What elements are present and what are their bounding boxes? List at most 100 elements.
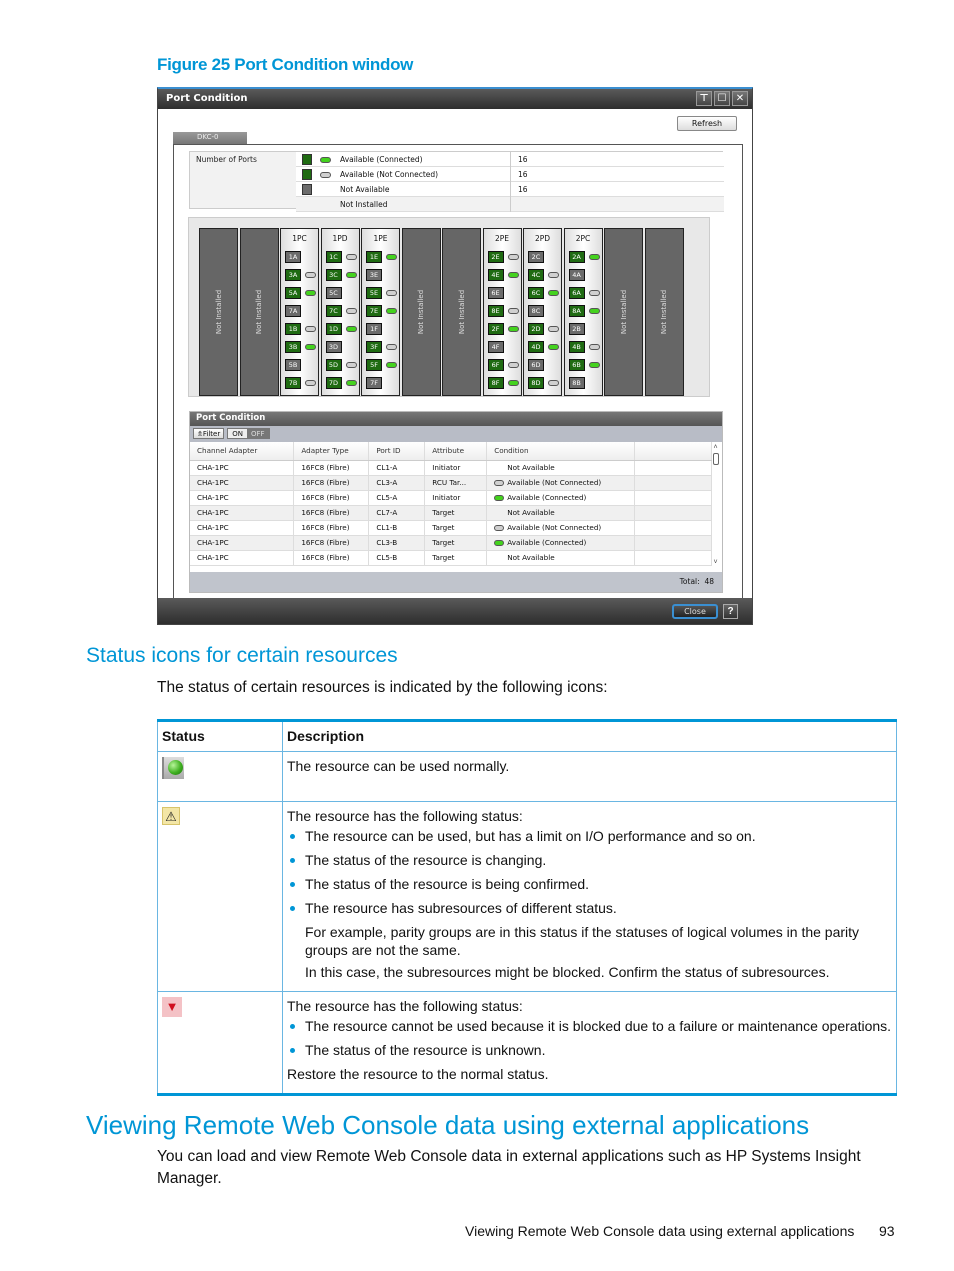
table-row[interactable]: CHA-1PC 16FC8 (Fibre) CL3-A RCU Tar... A… [190,475,712,491]
status-led-icon [386,362,397,368]
port-2b[interactable]: 2B [568,323,585,335]
table-row[interactable]: CHA-1PC 16FC8 (Fibre) CL1-B Target Avail… [190,520,712,536]
port-7a[interactable]: 7A [285,305,301,317]
port-4b[interactable]: 4B [568,341,585,353]
scroll-thumb[interactable] [712,453,719,465]
status-note: For example, parity groups are in this s… [305,924,860,958]
close-button[interactable]: Close [672,604,718,619]
port-4c[interactable]: 4C [528,269,544,281]
column-header[interactable]: Channel Adapter [190,442,295,461]
filter-on[interactable]: ON [228,429,247,438]
filter-off[interactable]: OFF [246,429,269,438]
port-4f[interactable]: 4F [487,341,504,353]
table-row[interactable]: CHA-1PC 16FC8 (Fibre) CL3-B Target Avail… [190,535,712,551]
port-4e[interactable]: 4E [487,269,504,281]
port-5e[interactable]: 5E [366,287,382,299]
status-bullet: The resource cannot be used because it i… [290,1018,892,1034]
port-3d[interactable]: 3D [325,341,342,353]
close-icon[interactable]: ✕ [732,91,748,106]
scroll-up-icon[interactable]: ˄ [711,444,720,451]
table-row[interactable]: CHA-1PC 16FC8 (Fibre) CL5-A Initiator Av… [190,490,712,506]
warning-icon: ⚠ [162,807,180,825]
port-3a[interactable]: 3A [285,269,301,281]
port-7d[interactable]: 7D [325,377,342,389]
table-row[interactable]: CHA-1PC 16FC8 (Fibre) CL1-A Initiator No… [190,460,712,476]
status-led-icon [548,380,559,386]
table-row[interactable]: CHA-1PC 16FC8 (Fibre) CL7-A Target Not A… [190,505,712,521]
tab-dkc-0[interactable]: DKC-0 [173,132,247,144]
port-count-label: Available (Connected) [340,155,423,164]
port-2c[interactable]: 2C [528,251,544,263]
port-4d[interactable]: 4D [528,341,544,353]
port-7f[interactable]: 7F [366,377,382,389]
port-1a[interactable]: 1A [285,251,301,263]
cell-port-id: CL3-B [368,535,426,551]
filter-toggle[interactable]: ON OFF [227,428,270,439]
filter-button[interactable]: ⇯Filter [193,428,225,439]
maximize-icon[interactable]: ☐ [714,91,730,106]
port-8a[interactable]: 8A [568,305,585,317]
scroll-down-icon[interactable]: ˅ [711,559,720,566]
divider [510,197,511,212]
status-led-icon [386,254,397,260]
status-led-icon [507,272,519,278]
port-1f[interactable]: 1F [366,323,382,335]
port-8b[interactable]: 8B [568,377,585,389]
status-led-icon [494,480,505,486]
port-6b[interactable]: 6B [568,359,585,371]
cell-condition: Not Available [486,550,636,566]
status-led-icon [548,326,559,332]
not-installed-label: Not Installed [619,289,628,335]
column-header[interactable]: Port ID [368,442,426,461]
port-2f[interactable]: 2F [487,323,504,335]
cell-empty [634,460,712,476]
port-5f[interactable]: 5F [366,359,382,371]
port-5b[interactable]: 5B [285,359,301,371]
status-led-icon [345,380,357,386]
cell-empty [634,550,712,566]
port-6e[interactable]: 6E [487,287,504,299]
port-5c[interactable]: 5C [325,287,342,299]
column-header[interactable]: Attribute [424,442,488,461]
status-led-icon [507,254,519,260]
port-3e[interactable]: 3E [366,269,382,281]
column-header[interactable]: Condition [486,442,636,461]
port-8f[interactable]: 8F [487,377,504,389]
port-6d[interactable]: 6D [528,359,544,371]
port-7c[interactable]: 7C [325,305,342,317]
port-8c[interactable]: 8C [528,305,544,317]
port-6c[interactable]: 6C [528,287,544,299]
port-3c[interactable]: 3C [325,269,342,281]
cell-condition: Available (Not Connected) [486,475,636,491]
port-4a[interactable]: 4A [568,269,585,281]
slot-not-installed: Not Installed [239,228,279,396]
help-button[interactable]: ? [723,604,738,619]
port-2a[interactable]: 2A [568,251,585,263]
port-7e[interactable]: 7E [366,305,382,317]
port-8d[interactable]: 8D [528,377,544,389]
status-led-icon [588,290,600,296]
port-2d[interactable]: 2D [528,323,544,335]
port-1d[interactable]: 1D [325,323,342,335]
status-led-icon [507,326,519,332]
port-1b[interactable]: 1B [285,323,301,335]
table-scrollbar[interactable]: ˄ ˅ [711,444,720,569]
port-1e[interactable]: 1E [366,251,382,263]
column-header[interactable]: Adapter Type [293,442,370,461]
port-6a[interactable]: 6A [568,287,585,299]
port-7b[interactable]: 7B [285,377,301,389]
port-3b[interactable]: 3B [285,341,301,353]
port-count-row: Not Available 16 [296,182,724,197]
port-5d[interactable]: 5D [325,359,342,371]
port-8e[interactable]: 8E [487,305,504,317]
port-5a[interactable]: 5A [285,287,301,299]
port-3f[interactable]: 3F [366,341,382,353]
table-row[interactable]: CHA-1PC 16FC8 (Fibre) CL5-B Target Not A… [190,550,712,566]
adapter-name: 1PC [292,234,307,243]
pin-icon[interactable]: ⊤ [696,91,712,106]
column-header[interactable] [634,442,712,461]
port-1c[interactable]: 1C [325,251,342,263]
refresh-button[interactable]: Refresh [677,116,737,131]
port-6f[interactable]: 6F [487,359,504,371]
port-2e[interactable]: 2E [487,251,504,263]
